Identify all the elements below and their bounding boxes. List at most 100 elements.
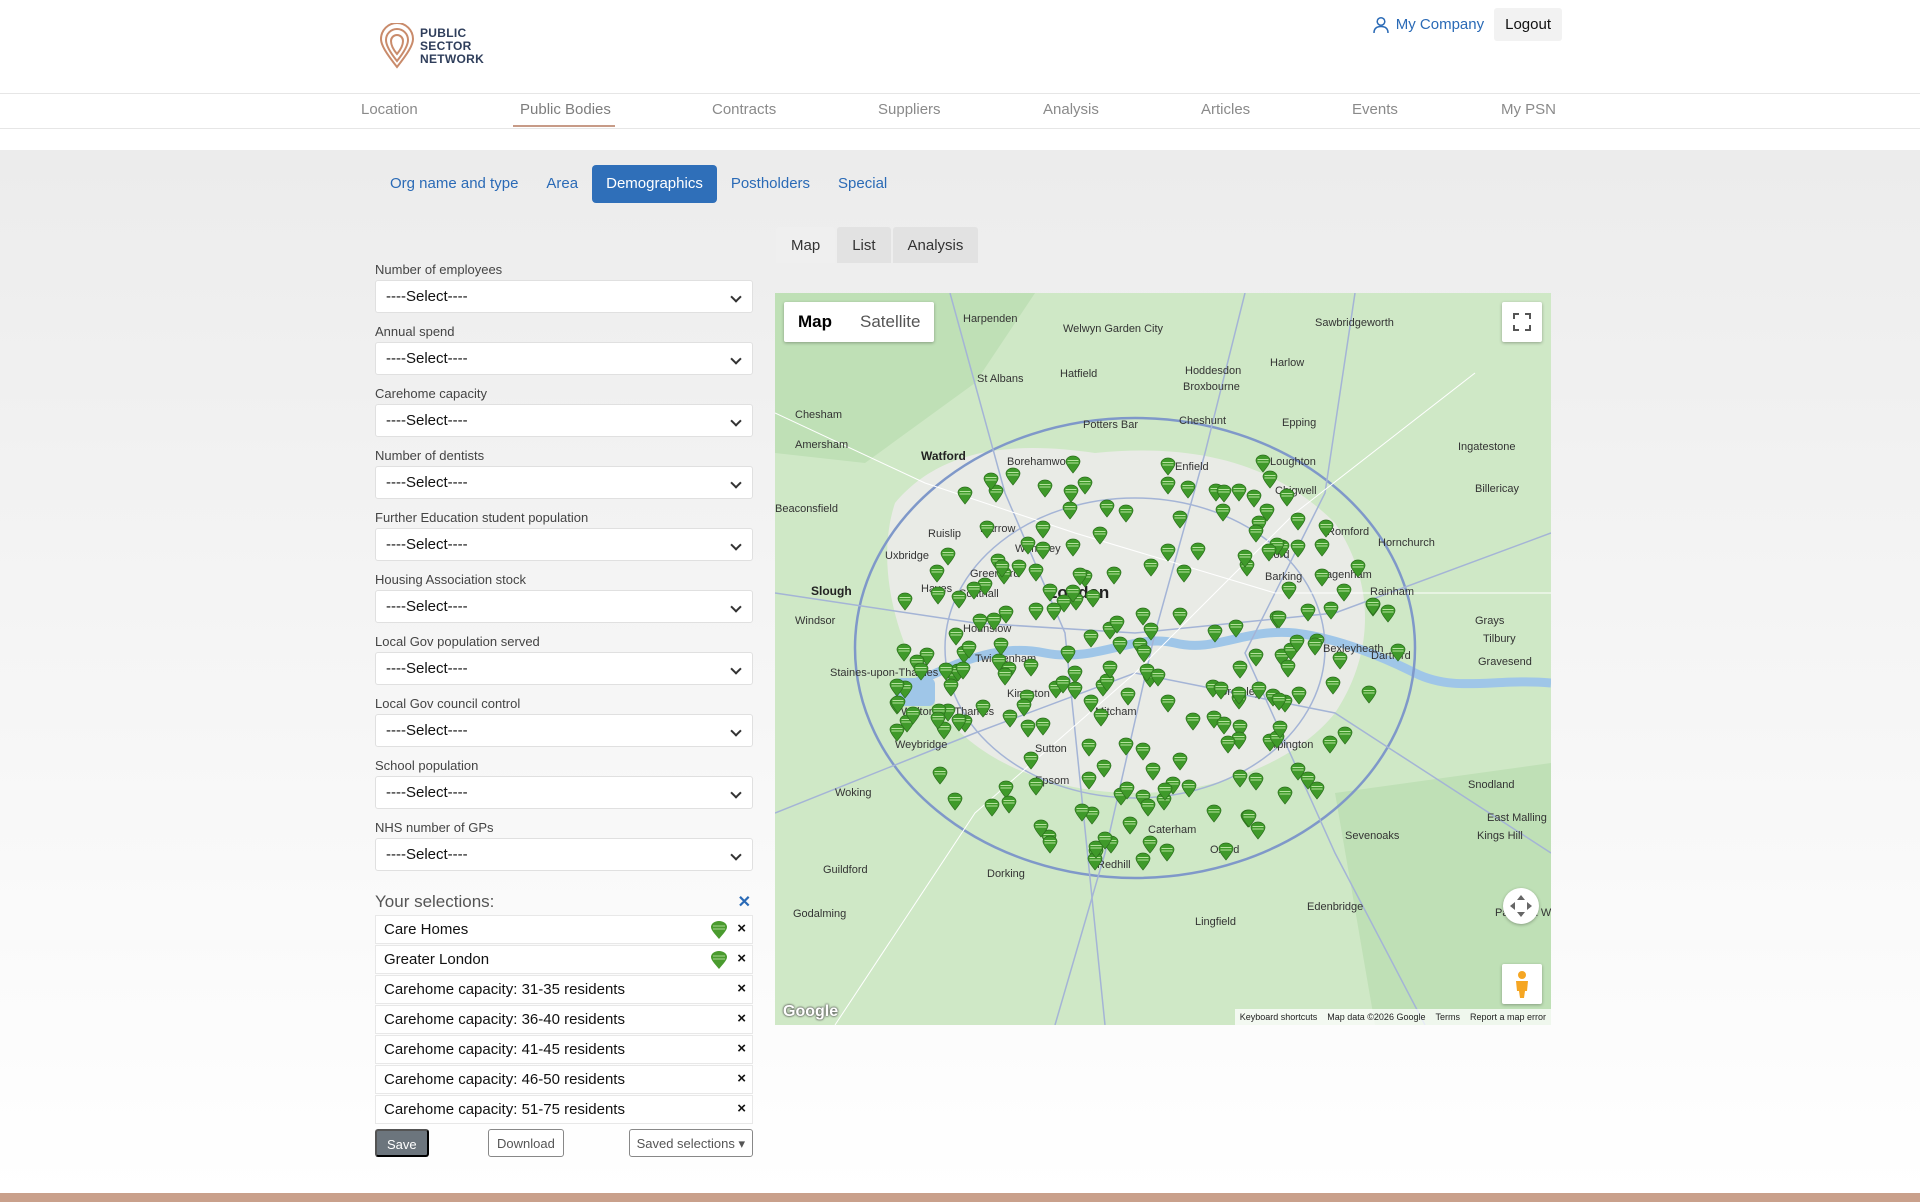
care-home-marker-icon[interactable]	[1262, 470, 1278, 489]
my-company-link[interactable]: My Company	[1372, 16, 1484, 34]
care-home-marker-icon[interactable]	[1005, 467, 1021, 486]
tab-postholders[interactable]: Postholders	[717, 165, 824, 203]
care-home-marker-icon[interactable]	[1135, 852, 1151, 871]
care-home-marker-icon[interactable]	[1232, 660, 1248, 679]
care-home-marker-icon[interactable]	[1120, 687, 1136, 706]
care-home-marker-icon[interactable]	[1020, 536, 1036, 555]
care-home-marker-icon[interactable]	[1216, 716, 1232, 735]
nhs-number-of-gps-select[interactable]: ----Select----	[375, 838, 753, 871]
care-home-marker-icon[interactable]	[1218, 842, 1234, 861]
care-home-marker-icon[interactable]	[947, 792, 963, 811]
fe-student-population-select[interactable]: ----Select----	[375, 528, 753, 561]
care-home-marker-icon[interactable]	[1206, 804, 1222, 823]
care-home-marker-icon[interactable]	[1350, 559, 1366, 578]
psn-logo[interactable]: PUBLIC SECTOR NETWORK	[378, 20, 503, 72]
care-home-marker-icon[interactable]	[1106, 566, 1122, 585]
care-home-marker-icon[interactable]	[897, 592, 913, 611]
care-home-marker-icon[interactable]	[1035, 717, 1051, 736]
care-home-marker-icon[interactable]	[1143, 622, 1159, 641]
remove-selection-close-icon[interactable]: ×	[737, 1070, 746, 1087]
nav-events[interactable]: Events	[1352, 101, 1398, 118]
care-home-marker-icon[interactable]	[1246, 489, 1262, 508]
care-home-marker-icon[interactable]	[1083, 629, 1099, 648]
care-home-marker-icon[interactable]	[1323, 601, 1339, 620]
care-home-marker-icon[interactable]	[1309, 781, 1325, 800]
care-home-marker-icon[interactable]	[1279, 488, 1295, 507]
care-home-marker-icon[interactable]	[1063, 484, 1079, 503]
care-home-marker-icon[interactable]	[1150, 668, 1166, 687]
care-home-marker-icon[interactable]	[1109, 615, 1125, 634]
care-home-marker-icon[interactable]	[1065, 584, 1081, 603]
care-home-marker-icon[interactable]	[1062, 501, 1078, 520]
care-home-marker-icon[interactable]	[932, 766, 948, 785]
care-home-marker-icon[interactable]	[1231, 686, 1247, 705]
care-home-marker-icon[interactable]	[1136, 644, 1152, 663]
remove-selection-close-icon[interactable]: ×	[737, 950, 746, 967]
care-home-marker-icon[interactable]	[1016, 698, 1032, 717]
care-home-marker-icon[interactable]	[1028, 563, 1044, 582]
nav-suppliers[interactable]: Suppliers	[878, 101, 941, 118]
care-home-marker-icon[interactable]	[1380, 604, 1396, 623]
local-gov-population-select[interactable]: ----Select----	[375, 652, 753, 685]
care-home-marker-icon[interactable]	[1172, 607, 1188, 626]
terms-link[interactable]: Terms	[1435, 1012, 1460, 1022]
care-home-marker-icon[interactable]	[1081, 738, 1097, 757]
care-home-marker-icon[interactable]	[1180, 480, 1196, 499]
care-home-marker-icon[interactable]	[951, 713, 967, 732]
keyboard-shortcuts-link[interactable]: Keyboard shortcuts	[1240, 1012, 1318, 1022]
care-home-marker-icon[interactable]	[1065, 538, 1081, 557]
care-home-marker-icon[interactable]	[1271, 692, 1287, 711]
care-home-marker-icon[interactable]	[896, 643, 912, 662]
care-home-marker-icon[interactable]	[957, 486, 973, 505]
care-home-marker-icon[interactable]	[984, 798, 1000, 817]
care-home-marker-icon[interactable]	[1042, 583, 1058, 602]
tab-demographics[interactable]: Demographics	[592, 165, 717, 203]
care-home-marker-icon[interactable]	[1248, 648, 1264, 667]
care-home-marker-icon[interactable]	[1035, 541, 1051, 560]
remove-selection-close-icon[interactable]: ×	[737, 1100, 746, 1117]
care-home-marker-icon[interactable]	[1042, 835, 1058, 854]
care-home-marker-icon[interactable]	[1077, 476, 1093, 495]
care-home-marker-icon[interactable]	[1291, 686, 1307, 705]
care-home-marker-icon[interactable]	[1220, 735, 1236, 754]
care-home-marker-icon[interactable]	[1271, 610, 1287, 629]
care-home-marker-icon[interactable]	[929, 564, 945, 583]
remove-selection-close-icon[interactable]: ×	[737, 1040, 746, 1057]
care-home-marker-icon[interactable]	[1145, 762, 1161, 781]
care-home-marker-icon[interactable]	[1277, 786, 1293, 805]
care-home-marker-icon[interactable]	[1118, 737, 1134, 756]
care-home-marker-icon[interactable]	[966, 581, 982, 600]
care-home-marker-icon[interactable]	[1143, 558, 1159, 577]
nav-articles[interactable]: Articles	[1201, 101, 1250, 118]
care-home-marker-icon[interactable]	[1096, 759, 1112, 778]
care-home-marker-icon[interactable]	[1011, 559, 1027, 578]
number-of-dentists-select[interactable]: ----Select----	[375, 466, 753, 499]
care-home-marker-icon[interactable]	[994, 559, 1010, 578]
local-gov-council-control-select[interactable]: ----Select----	[375, 714, 753, 747]
care-home-marker-icon[interactable]	[1290, 539, 1306, 558]
care-home-marker-icon[interactable]	[1318, 519, 1334, 538]
care-home-marker-icon[interactable]	[1207, 624, 1223, 643]
care-home-marker-icon[interactable]	[1172, 752, 1188, 771]
number-of-employees-select[interactable]: ----Select----	[375, 280, 753, 313]
tab-area[interactable]: Area	[532, 165, 592, 203]
carehome-capacity-select[interactable]: ----Select----	[375, 404, 753, 437]
care-home-marker-icon[interactable]	[1241, 809, 1257, 828]
care-home-marker-icon[interactable]	[1290, 762, 1306, 781]
care-home-marker-icon[interactable]	[1118, 504, 1134, 523]
care-home-marker-icon[interactable]	[1023, 751, 1039, 770]
care-home-marker-icon[interactable]	[1028, 602, 1044, 621]
save-button[interactable]: Save	[375, 1129, 429, 1157]
care-home-marker-icon[interactable]	[1112, 636, 1128, 655]
care-home-marker-icon[interactable]	[1325, 676, 1341, 695]
care-home-marker-icon[interactable]	[1081, 771, 1097, 790]
care-home-marker-icon[interactable]	[1060, 645, 1076, 664]
care-home-marker-icon[interactable]	[1065, 455, 1081, 474]
care-home-marker-icon[interactable]	[1023, 658, 1039, 677]
care-home-marker-icon[interactable]	[997, 667, 1013, 686]
street-view-pegman-button[interactable]	[1502, 964, 1542, 1004]
care-home-marker-icon[interactable]	[1290, 512, 1306, 531]
care-home-marker-icon[interactable]	[1176, 564, 1192, 583]
clear-all-close-icon[interactable]: ✕	[738, 892, 751, 912]
care-home-marker-icon[interactable]	[961, 640, 977, 659]
